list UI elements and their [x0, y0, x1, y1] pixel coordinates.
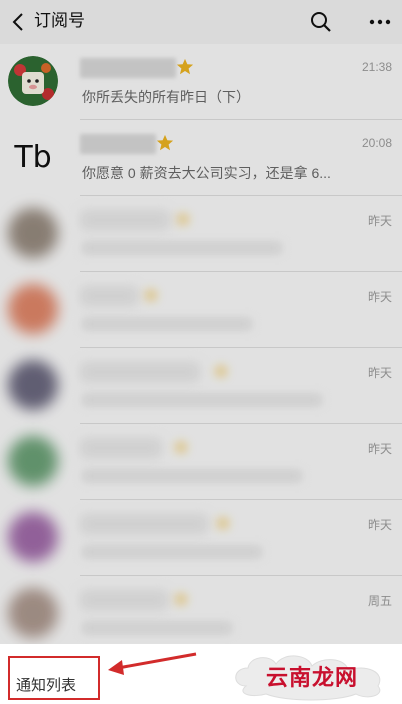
arrow-icon — [108, 652, 197, 675]
message-preview-redacted — [82, 622, 232, 634]
message-preview: 你所丢失的所有昨日（下） — [82, 89, 250, 105]
top-bar: 订阅号 — [0, 0, 402, 44]
avatar — [8, 284, 58, 334]
avatar — [8, 512, 58, 562]
account-name-redacted — [80, 590, 168, 610]
subscription-item[interactable]: 周五 — [0, 576, 402, 644]
star-icon — [174, 210, 192, 227]
page-title: 订阅号 — [34, 11, 85, 30]
notification-list-button[interactable]: 通知列表 — [16, 674, 76, 695]
timestamp: 昨天 — [367, 290, 392, 304]
avatar — [8, 208, 58, 258]
subscription-item[interactable]: 昨天 — [0, 348, 402, 424]
timestamp: 昨天 — [367, 518, 392, 532]
subscription-item[interactable]: Tb 20:08 你愿意 0 薪资去大公司实习，还是拿 6... — [0, 120, 402, 196]
avatar — [8, 360, 58, 410]
account-name-redacted — [80, 438, 162, 458]
subscription-item[interactable]: 21:38 你所丢失的所有昨日（下） — [0, 44, 402, 120]
message-preview-redacted — [82, 470, 302, 482]
search-icon — [311, 12, 331, 32]
star-icon — [172, 590, 190, 607]
message-preview-redacted — [82, 546, 262, 558]
subscription-item[interactable]: 昨天 — [0, 500, 402, 576]
account-name-redacted — [80, 134, 156, 154]
account-name-redacted — [80, 286, 138, 306]
account-name-redacted — [80, 514, 208, 534]
timestamp: 21:38 — [361, 60, 392, 74]
account-name-redacted — [80, 58, 176, 78]
subscription-item[interactable]: 昨天 — [0, 196, 402, 272]
back-button[interactable] — [4, 8, 32, 36]
avatar — [8, 56, 58, 106]
avatar: Tb — [14, 139, 52, 175]
subscription-list[interactable]: 21:38 你所丢失的所有昨日（下） Tb 20:08 你愿意 0 薪资去大公司… — [0, 44, 402, 644]
watermark: 云南龙网 — [266, 665, 359, 690]
message-preview: 你愿意 0 薪资去大公司实习，还是拿 6... — [82, 165, 331, 181]
more-button[interactable] — [364, 8, 396, 36]
star-icon — [176, 58, 194, 75]
timestamp: 昨天 — [367, 214, 392, 228]
avatar — [8, 436, 58, 486]
star-icon — [214, 514, 232, 531]
account-name-redacted — [80, 362, 200, 382]
search-button[interactable] — [306, 8, 336, 36]
subscription-item[interactable]: 昨天 — [0, 424, 402, 500]
message-preview-redacted — [82, 394, 322, 406]
timestamp: 周五 — [367, 594, 392, 608]
chevron-left-icon — [12, 13, 23, 31]
star-icon — [212, 362, 230, 379]
avatar — [8, 588, 58, 638]
message-preview-redacted — [82, 242, 282, 254]
more-icon — [369, 19, 391, 25]
star-icon — [142, 286, 160, 303]
account-name-redacted — [80, 210, 170, 230]
star-icon — [156, 134, 174, 151]
message-preview-redacted — [82, 318, 252, 330]
timestamp: 昨天 — [367, 366, 392, 380]
star-icon — [172, 438, 190, 455]
timestamp: 昨天 — [367, 442, 392, 456]
subscription-item[interactable]: 昨天 — [0, 272, 402, 348]
timestamp: 20:08 — [361, 136, 392, 150]
